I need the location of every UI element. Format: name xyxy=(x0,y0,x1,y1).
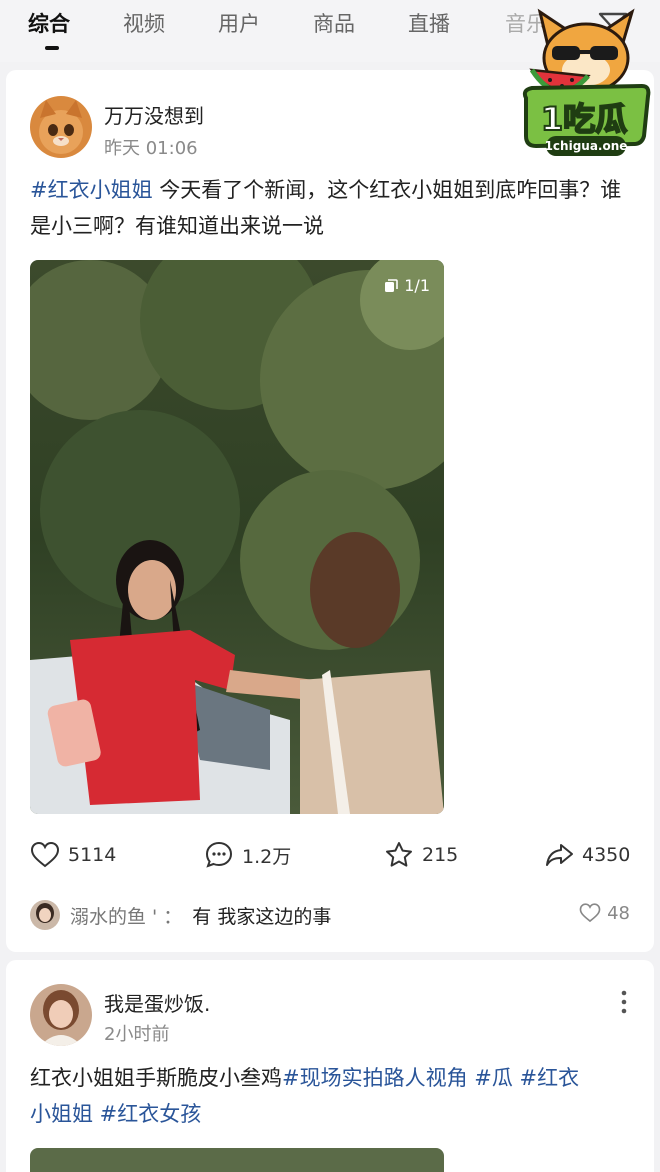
hashtag-link[interactable]: #现场实拍路人视角 #瓜 #红衣 xyxy=(282,1066,579,1090)
comment-count: 1.2万 xyxy=(242,845,292,868)
like-count: 5114 xyxy=(68,844,117,866)
post-photo[interactable]: 1/1 xyxy=(30,260,444,814)
user-avatar-icon xyxy=(30,984,92,1046)
watermark-logo: 1吃瓜 1chigua.one xyxy=(518,6,654,164)
tab-video[interactable]: 视频 xyxy=(123,8,165,38)
gallery-icon xyxy=(385,278,399,292)
comment-like-button[interactable]: 48 xyxy=(579,902,630,924)
post-text: #红衣小姐姐 今天看了个新闻，这个红衣小姐姐到底咋回事？谁是小三啊？有谁知道出来… xyxy=(30,172,630,244)
comment-author[interactable]: 溺水的鱼 ' xyxy=(70,902,157,929)
active-tab-indicator xyxy=(45,46,59,50)
post-timestamp: 昨天 01:06 xyxy=(104,138,198,159)
share-icon xyxy=(546,844,573,866)
tab-products[interactable]: 商品 xyxy=(313,8,355,38)
favorite-count: 215 xyxy=(422,844,459,866)
comment-icon xyxy=(205,841,233,868)
avatar[interactable] xyxy=(30,96,92,158)
tab-live[interactable]: 直播 xyxy=(408,8,450,38)
heart-icon xyxy=(30,841,60,868)
share-count: 4350 xyxy=(582,844,631,866)
comment-text: 有 我家这边的事 xyxy=(192,905,332,928)
top-comment[interactable]: 溺水的鱼 ' ： 有 我家这边的事 48 xyxy=(30,898,630,932)
hashtag-link[interactable]: 小姐姐 #红衣女孩 xyxy=(30,1102,201,1126)
comment-avatar xyxy=(30,900,60,930)
comment-button[interactable]: 1.2万 xyxy=(204,840,291,870)
photo-counter-text: 1/1 xyxy=(404,276,430,295)
post-body-text: 红衣小姐姐手斯脆皮小叁鸡 xyxy=(30,1066,282,1090)
favorite-button[interactable]: 215 xyxy=(384,840,458,870)
brand-logo-icon: 1吃瓜 1chigua.one xyxy=(522,8,651,156)
heart-icon xyxy=(579,903,601,923)
post-author-name[interactable]: 我是蛋炒饭. xyxy=(104,988,210,1017)
commenter-avatar-icon xyxy=(30,900,60,930)
share-button[interactable]: 4350 xyxy=(544,840,630,870)
tab-comprehensive[interactable]: 综合 xyxy=(28,8,70,38)
post-text: 红衣小姐姐手斯脆皮小叁鸡#现场实拍路人视角 #瓜 #红衣 小姐姐 #红衣女孩 xyxy=(30,1060,630,1132)
tab-users[interactable]: 用户 xyxy=(218,8,260,38)
comment-separator: ： xyxy=(163,905,183,928)
cat-avatar-icon xyxy=(30,96,92,158)
post-author-name[interactable]: 万万没想到 xyxy=(104,100,204,129)
post-card[interactable]: 万万没想到 昨天 01:06 #红衣小姐姐 今天看了个新闻，这个红衣小姐姐到底咋… xyxy=(6,70,654,952)
like-button[interactable]: 5114 xyxy=(30,840,116,870)
post-card[interactable]: 我是蛋炒饭. 2小时前 红衣小姐姐手斯脆皮小叁鸡#现场实拍路人视角 #瓜 #红衣… xyxy=(6,960,654,1172)
photo-image xyxy=(30,260,444,814)
comment-like-count: 48 xyxy=(607,902,630,924)
hashtag-link[interactable]: #红衣小姐姐 xyxy=(30,178,153,202)
star-icon xyxy=(386,842,412,867)
post-photo[interactable] xyxy=(30,1148,444,1172)
post-timestamp: 2小时前 xyxy=(104,1024,170,1045)
logo-domain-text: 1chigua.one xyxy=(545,139,628,153)
avatar[interactable] xyxy=(30,984,92,1046)
more-options-icon[interactable] xyxy=(620,990,628,1014)
photo-counter: 1/1 xyxy=(384,276,430,295)
logo-brand-text: 1吃瓜 xyxy=(541,100,627,138)
